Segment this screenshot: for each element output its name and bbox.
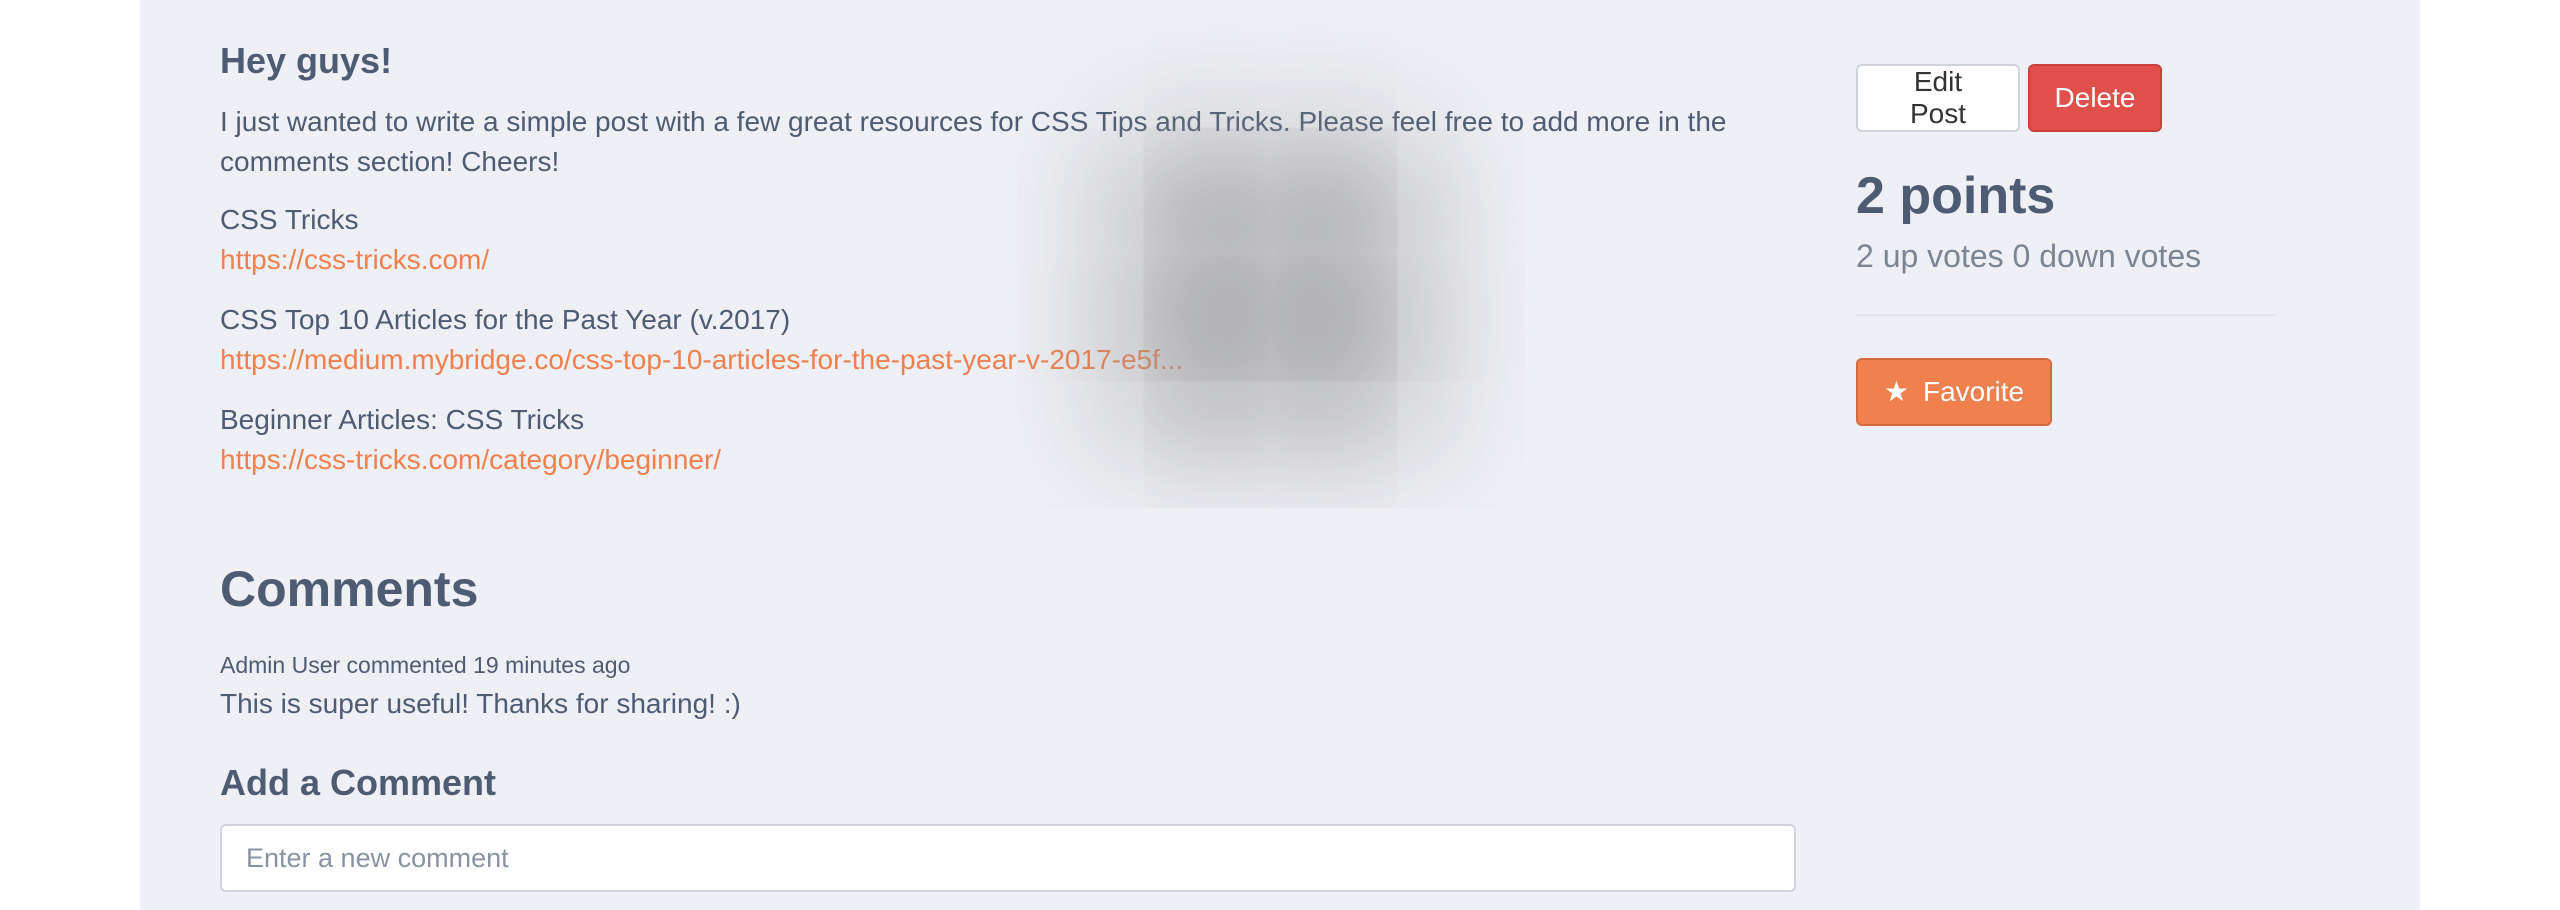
favorite-button[interactable]: ★ Favorite: [1856, 358, 2052, 426]
resource-name: CSS Top 10 Articles for the Past Year (v…: [220, 304, 791, 335]
vote-counts: 2 up votes 0 down votes: [1856, 238, 2202, 274]
content-panel: Hey guys! I just wanted to write a simpl…: [140, 0, 2420, 910]
comment-text: This is super useful! Thanks for sharing…: [220, 688, 741, 719]
resource-link[interactable]: https://css-tricks.com/category/beginner…: [220, 440, 1820, 480]
resource-name: CSS Tricks: [220, 204, 359, 235]
resource-item: CSS Tricks https://css-tricks.com/: [220, 200, 1820, 280]
star-icon: ★: [1883, 376, 1909, 407]
resource-name: Beginner Articles: CSS Tricks: [220, 404, 585, 435]
post-title: Hey guys!: [220, 40, 393, 81]
delete-button[interactable]: Delete: [2028, 64, 2162, 132]
comments-heading: Comments: [220, 561, 479, 617]
comment-meta: Admin User commented 19 minutes ago: [220, 652, 631, 678]
points-total: 2 points: [1856, 167, 2056, 225]
favorite-label: Favorite: [1922, 376, 2025, 407]
resource-item: CSS Top 10 Articles for the Past Year (v…: [220, 300, 1820, 380]
divider: [1856, 314, 2276, 316]
resource-link[interactable]: https://medium.mybridge.co/css-top-10-ar…: [220, 340, 1820, 380]
resource-item: Beginner Articles: CSS Tricks https://cs…: [220, 400, 1820, 480]
comment-input[interactable]: [220, 824, 1796, 892]
post-body: I just wanted to write a simple post wit…: [220, 106, 1727, 177]
resource-link[interactable]: https://css-tricks.com/: [220, 240, 1820, 280]
edit-post-button[interactable]: Edit Post: [1856, 64, 2020, 132]
add-comment-heading: Add a Comment: [220, 762, 497, 803]
